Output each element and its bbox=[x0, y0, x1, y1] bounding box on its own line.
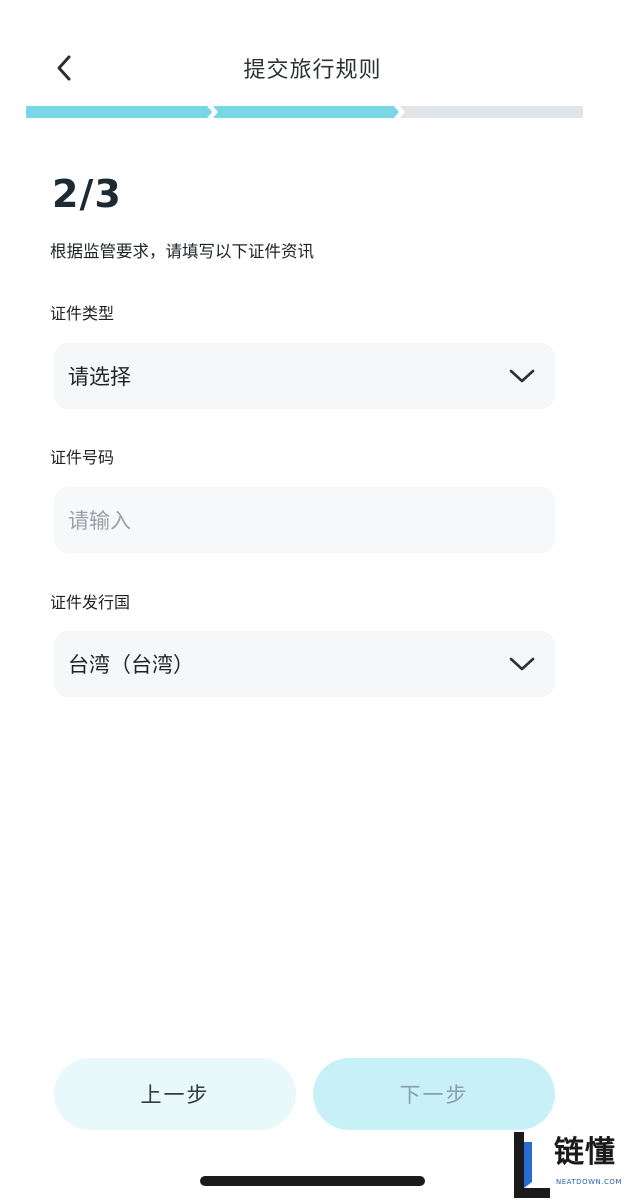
watermark-text: 链懂 bbox=[554, 1135, 616, 1170]
id-number-placeholder: 请输入 bbox=[68, 509, 131, 533]
issuing-country-select[interactable]: 台湾（台湾） bbox=[54, 631, 555, 697]
watermark: 链懂 NEATDOWN.COM bbox=[510, 1130, 625, 1200]
next-step-button[interactable]: 下一步 bbox=[313, 1058, 555, 1130]
issuing-country-label: 证件发行国 bbox=[50, 593, 131, 612]
watermark-logo-icon bbox=[514, 1132, 550, 1198]
issuing-country-value: 台湾（台湾） bbox=[68, 653, 194, 677]
home-indicator bbox=[200, 1176, 425, 1186]
watermark-subtext: NEATDOWN.COM bbox=[556, 1178, 622, 1186]
id-type-select[interactable]: 请选择 bbox=[54, 343, 555, 409]
prev-step-button[interactable]: 上一步 bbox=[54, 1058, 296, 1130]
id-type-value: 请选择 bbox=[68, 365, 131, 389]
instruction-text: 根据监管要求，请填写以下证件资讯 bbox=[50, 242, 314, 261]
id-number-label: 证件号码 bbox=[50, 448, 115, 467]
id-number-input[interactable]: 请输入 bbox=[54, 487, 555, 553]
step-counter: 2/3 bbox=[52, 172, 122, 216]
chevron-down-icon bbox=[507, 649, 537, 679]
progress-segment-1 bbox=[26, 106, 212, 118]
progress-bar bbox=[26, 106, 583, 118]
id-type-label: 证件类型 bbox=[50, 304, 115, 323]
chevron-down-icon bbox=[507, 361, 537, 391]
header-bar: 提交旅行规则 bbox=[0, 0, 625, 140]
progress-segment-2 bbox=[213, 106, 399, 118]
progress-segment-3 bbox=[400, 106, 583, 118]
page-title: 提交旅行规则 bbox=[243, 58, 382, 83]
